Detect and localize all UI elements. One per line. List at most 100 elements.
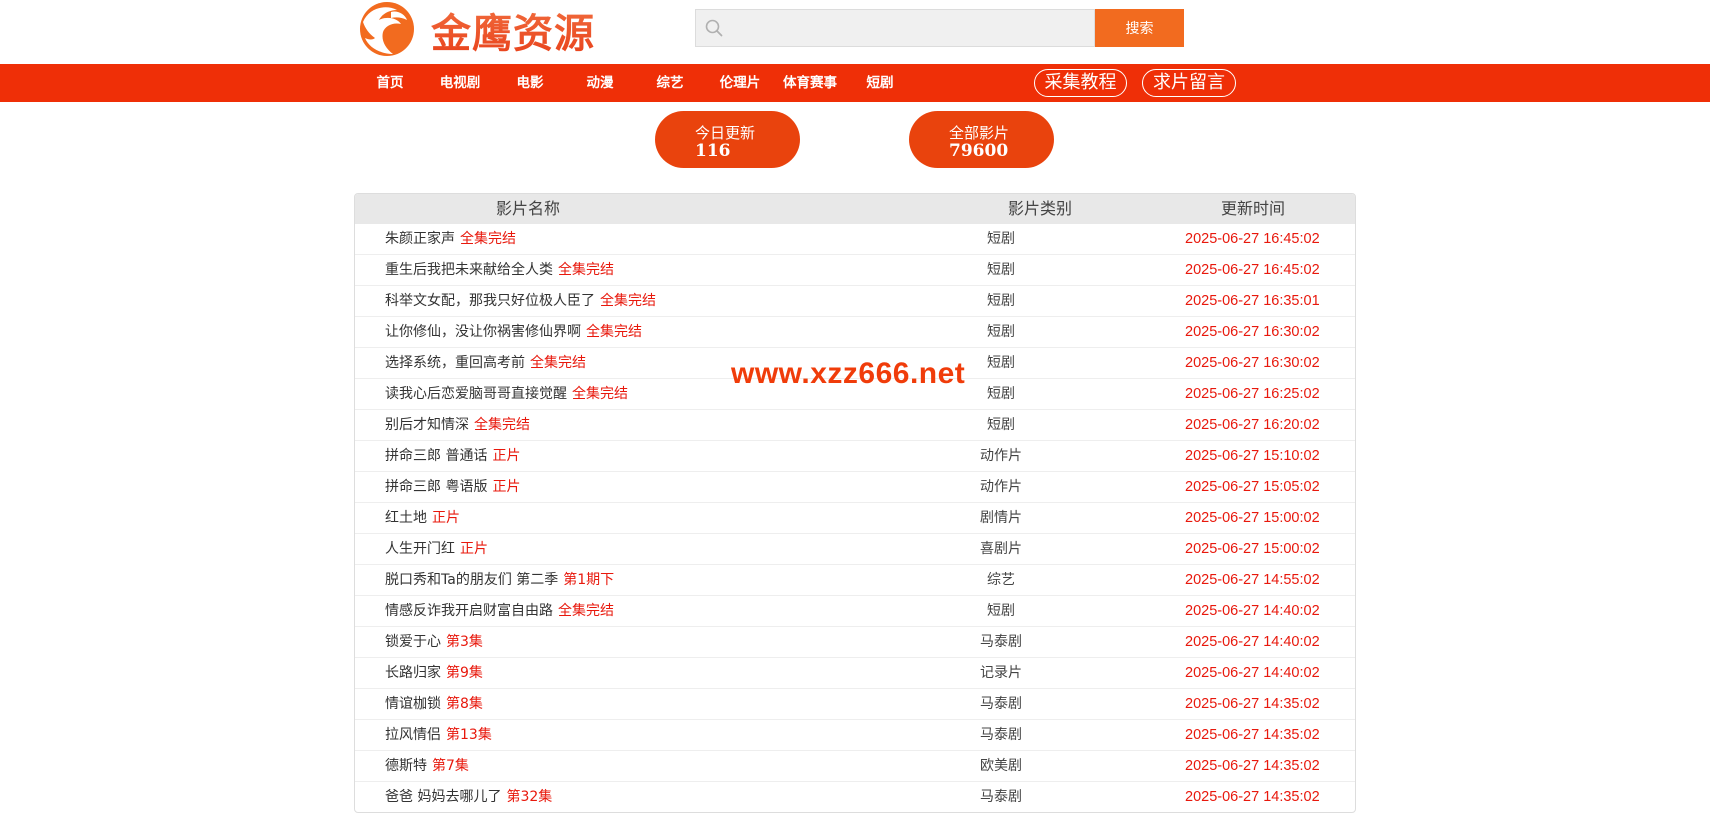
episode-status: 第1期下 — [563, 572, 615, 588]
movie-title: 拼命三郎 普通话 — [385, 448, 488, 464]
movie-title-link[interactable]: 让你修仙，没让你祸害修仙界啊 全集完结 — [385, 317, 642, 347]
table-row[interactable]: 拼命三郎 粤语版 正片 动作片 2025-06-27 15:05:02 — [355, 472, 1355, 503]
movie-title: 朱颜正家声 — [385, 231, 455, 247]
watermark-text: www.xzz666.net — [731, 357, 966, 390]
collect-tutorial-button[interactable]: 采集教程 — [1034, 69, 1127, 97]
today-updates-badge[interactable]: 今日更新 116 — [655, 111, 800, 168]
movie-category: 短剧 — [987, 293, 1015, 309]
nav-item-movie[interactable]: 电影 — [495, 64, 565, 102]
movie-category: 马泰剧 — [980, 696, 1022, 712]
table-row[interactable]: 情感反诈我开启财富自由路 全集完结 短剧 2025-06-27 14:40:02 — [355, 596, 1355, 627]
nav-item-tv[interactable]: 电视剧 — [425, 64, 495, 102]
table-body: 朱颜正家声 全集完结 短剧 2025-06-27 16:45:02 重生后我把未来献给全… — [355, 224, 1355, 812]
movie-title-link[interactable]: 德斯特 第7集 — [385, 751, 469, 781]
update-time: 2025-06-27 15:00:02 — [1185, 541, 1320, 557]
episode-status: 全集完结 — [530, 355, 586, 371]
movie-title-link[interactable]: 红土地 正片 — [385, 503, 460, 533]
table-row[interactable]: 长路归家 第9集 记录片 2025-06-27 14:40:02 — [355, 658, 1355, 689]
nav-item-sports[interactable]: 体育赛事 — [775, 64, 845, 102]
movie-title-link[interactable]: 人生开门红 正片 — [385, 534, 488, 564]
brand-name: 金鹰资源 — [431, 1, 595, 59]
update-time: 2025-06-27 16:20:02 — [1185, 417, 1320, 433]
nav-item-ethics[interactable]: 伦理片 — [705, 64, 775, 102]
episode-status: 第32集 — [506, 789, 553, 805]
table-row[interactable]: 脱口秀和Ta的朋友们 第二季 第1期下 综艺 2025-06-27 14:55:02 — [355, 565, 1355, 596]
today-updates-count: 116 — [695, 141, 731, 161]
movie-title-link[interactable]: 读我心后恋爱脑哥哥直接觉醒 全集完结 — [385, 379, 628, 409]
movie-title-link[interactable]: 情谊枷锁 第8集 — [385, 689, 483, 719]
nav-item-anime[interactable]: 动漫 — [565, 64, 635, 102]
table-row[interactable]: 人生开门红 正片 喜剧片 2025-06-27 15:00:02 — [355, 534, 1355, 565]
episode-status: 第13集 — [446, 727, 492, 743]
nav-item-short-drama[interactable]: 短剧 — [845, 64, 915, 102]
movie-title: 让你修仙，没让你祸害修仙界啊 — [385, 324, 581, 340]
episode-status: 全集完结 — [558, 262, 614, 278]
search-button[interactable]: 搜索 — [1095, 9, 1184, 47]
movie-title-link[interactable]: 锁爱于心 第3集 — [385, 627, 483, 657]
table-row[interactable]: 让你修仙，没让你祸害修仙界啊 全集完结 短剧 2025-06-27 16:30:02 — [355, 317, 1355, 348]
movie-category: 短剧 — [987, 324, 1015, 340]
episode-status: 第3集 — [446, 634, 483, 650]
search-icon — [705, 19, 723, 37]
main-nav: 首页 电视剧 电影 动漫 综艺 伦理片 体育赛事 短剧 采集教程 求片留言 — [0, 64, 1710, 102]
movie-category: 综艺 — [987, 572, 1015, 588]
movie-category: 剧情片 — [980, 510, 1022, 526]
table-row[interactable]: 锁爱于心 第3集 马泰剧 2025-06-27 14:40:02 — [355, 627, 1355, 658]
episode-status: 全集完结 — [572, 386, 628, 402]
table-row[interactable]: 情谊枷锁 第8集 马泰剧 2025-06-27 14:35:02 — [355, 689, 1355, 720]
column-header-name: 影片名称 — [496, 199, 561, 218]
movie-title-link[interactable]: 别后才知情深 全集完结 — [385, 410, 530, 440]
table-row[interactable]: 爸爸 妈妈去哪儿了 第32集 马泰剧 2025-06-27 14:35:02 — [355, 782, 1355, 812]
column-header-time: 更新时间 — [1221, 199, 1286, 218]
episode-status: 第8集 — [446, 696, 483, 712]
all-movies-badge[interactable]: 全部影片 79600 — [909, 111, 1054, 168]
table-row[interactable]: 拉风情侣 第13集 马泰剧 2025-06-27 14:35:02 — [355, 720, 1355, 751]
update-time: 2025-06-27 16:30:02 — [1185, 355, 1320, 371]
site-logo[interactable]: 金鹰资源 — [355, 0, 595, 60]
table-row[interactable]: 德斯特 第7集 欧美剧 2025-06-27 14:35:02 — [355, 751, 1355, 782]
episode-status: 正片 — [492, 479, 521, 495]
movie-title-link[interactable]: 长路归家 第9集 — [385, 658, 483, 688]
movie-category: 短剧 — [987, 603, 1015, 619]
request-message-button[interactable]: 求片留言 — [1142, 69, 1236, 97]
movie-title-link[interactable]: 科举文女配，那我只好位极人臣了 全集完结 — [385, 286, 656, 316]
table-row[interactable]: 重生后我把未来献给全人类 全集完结 短剧 2025-06-27 16:45:02 — [355, 255, 1355, 286]
update-time: 2025-06-27 14:35:02 — [1185, 758, 1320, 774]
table-row[interactable]: 科举文女配，那我只好位极人臣了 全集完结 短剧 2025-06-27 16:35:01 — [355, 286, 1355, 317]
movie-title-link[interactable]: 朱颜正家声 全集完结 — [385, 224, 516, 254]
table-row[interactable]: 红土地 正片 剧情片 2025-06-27 15:00:02 — [355, 503, 1355, 534]
movie-title: 读我心后恋爱脑哥哥直接觉醒 — [385, 386, 567, 402]
movie-title: 情谊枷锁 — [385, 696, 441, 712]
movie-title-link[interactable]: 重生后我把未来献给全人类 全集完结 — [385, 255, 614, 285]
movie-category: 短剧 — [987, 231, 1015, 247]
movie-title-link[interactable]: 拉风情侣 第13集 — [385, 720, 492, 750]
movie-title-link[interactable]: 选择系统，重回高考前 全集完结 — [385, 348, 586, 378]
table-row[interactable]: 朱颜正家声 全集完结 短剧 2025-06-27 16:45:02 — [355, 224, 1355, 255]
update-time: 2025-06-27 14:35:02 — [1185, 727, 1320, 743]
movie-category: 马泰剧 — [980, 727, 1022, 743]
episode-status: 正片 — [460, 541, 488, 557]
update-time: 2025-06-27 16:45:02 — [1185, 231, 1320, 247]
movie-title: 人生开门红 — [385, 541, 455, 557]
table-row[interactable]: 别后才知情深 全集完结 短剧 2025-06-27 16:20:02 — [355, 410, 1355, 441]
update-time: 2025-06-27 14:40:02 — [1185, 665, 1320, 681]
movie-title-link[interactable]: 爸爸 妈妈去哪儿了 第32集 — [385, 782, 552, 812]
eagle-logo-icon — [355, 0, 415, 60]
update-time: 2025-06-27 16:25:02 — [1185, 386, 1320, 402]
movie-title: 重生后我把未来献给全人类 — [385, 262, 553, 278]
movie-title-link[interactable]: 拼命三郎 粤语版 正片 — [385, 472, 520, 502]
episode-status: 全集完结 — [586, 324, 642, 340]
nav-item-variety[interactable]: 综艺 — [635, 64, 705, 102]
column-header-type: 影片类别 — [1008, 199, 1073, 218]
update-time: 2025-06-27 14:40:02 — [1185, 634, 1320, 650]
update-time: 2025-06-27 16:30:02 — [1185, 324, 1320, 340]
movie-title-link[interactable]: 脱口秀和Ta的朋友们 第二季 第1期下 — [385, 565, 614, 595]
movie-title-link[interactable]: 情感反诈我开启财富自由路 全集完结 — [385, 596, 614, 626]
movie-title: 锁爱于心 — [385, 634, 441, 650]
update-time: 2025-06-27 14:35:02 — [1185, 696, 1320, 712]
episode-status: 全集完结 — [460, 231, 516, 247]
movie-title-link[interactable]: 拼命三郎 普通话 正片 — [385, 441, 520, 471]
search-input[interactable] — [695, 9, 1095, 47]
table-row[interactable]: 拼命三郎 普通话 正片 动作片 2025-06-27 15:10:02 — [355, 441, 1355, 472]
nav-item-home[interactable]: 首页 — [355, 64, 425, 102]
